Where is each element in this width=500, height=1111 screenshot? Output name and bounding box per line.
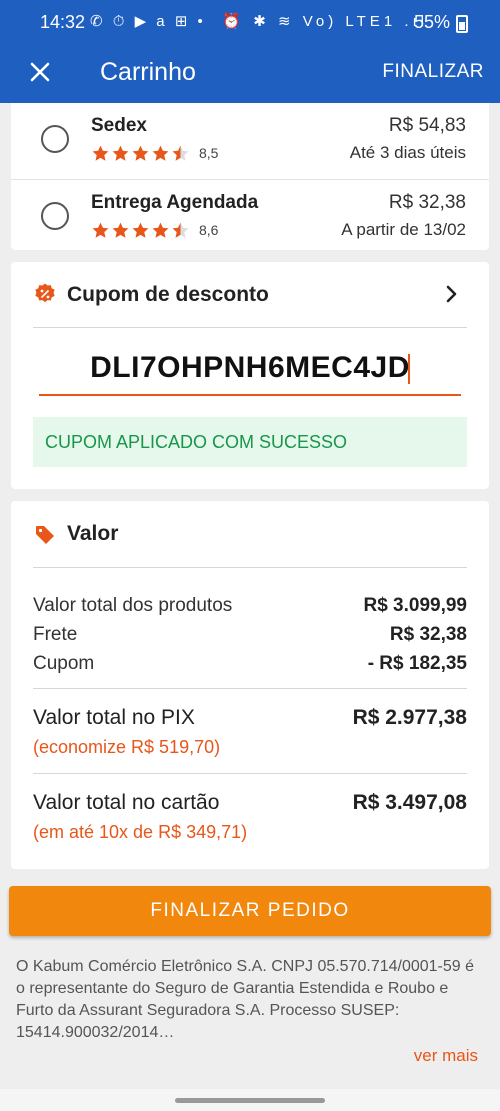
- status-bar: 14:32 ✆ ⏱ ▶ a ⊞ • ⏰ ✱ ≋ Vo) LTE1 .ıl 55%: [0, 9, 500, 37]
- close-button[interactable]: [22, 54, 58, 90]
- see-more-link[interactable]: ver mais: [414, 1046, 478, 1066]
- shipping-eta: A partir de 13/02: [341, 220, 466, 239]
- divider: [33, 773, 467, 774]
- radio-button[interactable]: [41, 125, 69, 153]
- app-bar: 14:32 ✆ ⏱ ▶ a ⊞ • ⏰ ✱ ≋ Vo) LTE1 .ıl 55%…: [0, 0, 500, 103]
- close-icon: [30, 62, 50, 82]
- shipping-option-agendada[interactable]: Entrega Agendada 8,6 R$ 32,38 A partir d…: [11, 179, 489, 253]
- star-icon: [132, 222, 149, 238]
- pix-total-value: R$ 2.977,38: [352, 706, 467, 729]
- status-time: 14:32: [40, 12, 86, 32]
- star-half-icon: [172, 222, 189, 238]
- coupon-title: Cupom de desconto: [67, 283, 269, 306]
- notification-icons: ✆ ⏱ ▶ a ⊞ •: [90, 13, 206, 30]
- divider: [33, 327, 467, 328]
- row-value: - R$ 182,35: [367, 653, 467, 674]
- divider: [33, 688, 467, 689]
- star-icon: [152, 145, 169, 161]
- finalize-order-button[interactable]: FINALIZAR PEDIDO: [9, 886, 491, 936]
- text-cursor: [408, 354, 410, 384]
- star-half-icon: [172, 145, 189, 161]
- finalize-top-button[interactable]: FINALIZAR: [382, 61, 484, 83]
- row-value: R$ 3.099,99: [363, 595, 467, 616]
- rating-stars: 8,5: [91, 143, 218, 163]
- coupon-code-input[interactable]: [39, 342, 461, 396]
- card-installments-note: (em até 10x de R$ 349,71): [33, 822, 248, 842]
- system-nav-bar: [0, 1089, 500, 1111]
- valor-title: Valor: [67, 522, 119, 545]
- rating-stars: 8,6: [91, 220, 218, 240]
- star-icon: [112, 222, 129, 238]
- home-gesture-handle[interactable]: [175, 1098, 325, 1103]
- rating-value: 8,5: [199, 145, 219, 161]
- coupon-success-message: CUPOM APLICADO COM SUCESSO: [33, 417, 467, 467]
- divider: [33, 567, 467, 568]
- discount-badge-icon: [35, 283, 55, 303]
- valor-card: Valor Valor total dos produtos R$ 3.099,…: [11, 501, 489, 869]
- coupon-card: Cupom de desconto CUPOM APLICADO COM SUC…: [11, 262, 489, 489]
- toolbar: Carrinho FINALIZAR: [0, 44, 500, 100]
- battery-percent: 55%: [413, 12, 450, 32]
- page-title: Carrinho: [100, 58, 196, 86]
- row-value: R$ 32,38: [389, 624, 467, 645]
- shipping-card: Sedex 8,5 R$ 54,83 Até 3 dias úteis Entr…: [11, 103, 489, 250]
- chevron-right-icon[interactable]: [439, 282, 463, 306]
- star-icon: [92, 222, 109, 238]
- shipping-option-sedex[interactable]: Sedex 8,5 R$ 54,83 Até 3 dias úteis: [11, 103, 489, 177]
- rating-value: 8,6: [199, 222, 219, 238]
- pix-total-label: Valor total no PIX: [33, 706, 195, 729]
- row-label: Cupom: [33, 653, 95, 674]
- battery-icon: [456, 15, 468, 33]
- card-total-value: R$ 3.497,08: [352, 791, 467, 814]
- shipping-price: R$ 32,38: [388, 192, 466, 213]
- row-label: Valor total dos produtos: [33, 595, 233, 616]
- radio-button[interactable]: [41, 202, 69, 230]
- star-icon: [132, 145, 149, 161]
- price-tag-icon: [36, 526, 54, 544]
- shipping-name: Sedex: [91, 115, 147, 136]
- star-icon: [112, 145, 129, 161]
- legal-text: O Kabum Comércio Eletrônico S.A. CNPJ 05…: [16, 958, 475, 1041]
- shipping-eta: Até 3 dias úteis: [349, 143, 466, 162]
- pix-savings-note: (economize R$ 519,70): [33, 737, 221, 757]
- system-status-icons: ⏰ ✱ ≋ Vo) LTE1 .ıl: [222, 13, 428, 30]
- shipping-name: Entrega Agendada: [91, 192, 259, 213]
- shipping-price: R$ 54,83: [388, 115, 466, 136]
- star-icon: [92, 145, 109, 161]
- star-icon: [152, 222, 169, 238]
- row-label: Frete: [33, 624, 78, 645]
- card-total-label: Valor total no cartão: [33, 791, 220, 814]
